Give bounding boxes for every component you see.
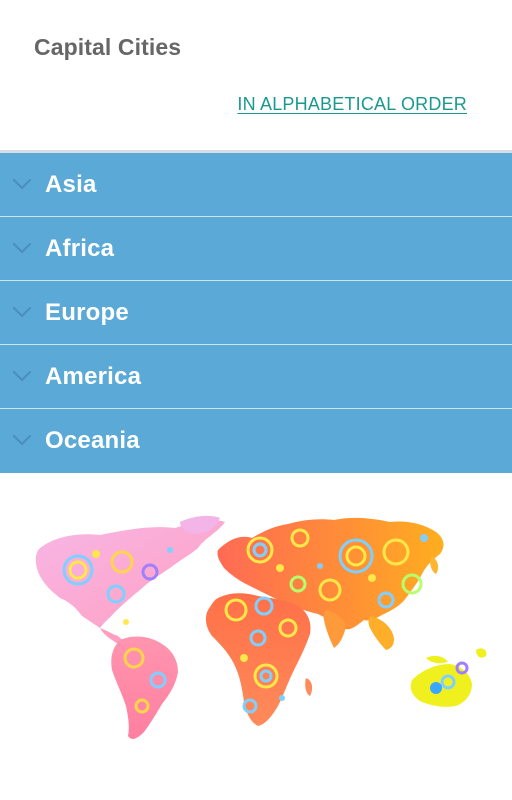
- app-screen: Capital Cities IN ALPHABETICAL ORDER Asi…: [0, 0, 512, 800]
- header: Capital Cities IN ALPHABETICAL ORDER: [0, 0, 512, 153]
- chevron-down-icon: [12, 242, 32, 254]
- region-item-america[interactable]: America: [0, 345, 512, 409]
- madagascar-shape: [305, 678, 313, 696]
- japan-shape: [430, 556, 439, 574]
- region-list: Asia Africa Europe America Oceania: [0, 153, 512, 473]
- region-label: Asia: [45, 170, 97, 198]
- chevron-down-icon: [12, 434, 32, 446]
- region-label: America: [45, 362, 142, 390]
- region-item-oceania[interactable]: Oceania: [0, 409, 512, 473]
- region-item-europe[interactable]: Europe: [0, 281, 512, 345]
- south-america-shape: [111, 636, 178, 739]
- region-item-asia[interactable]: Asia: [0, 153, 512, 217]
- region-item-africa[interactable]: Africa: [0, 217, 512, 281]
- page-title: Capital Cities: [34, 34, 182, 60]
- alphabetical-order-link[interactable]: IN ALPHABETICAL ORDER: [237, 94, 467, 115]
- chevron-down-icon: [12, 306, 32, 318]
- world-map-graphic: [35, 515, 487, 739]
- region-label: Africa: [45, 234, 115, 262]
- chevron-down-icon: [12, 178, 32, 190]
- southeast-asia-shape: [368, 616, 394, 650]
- region-label: Europe: [45, 298, 129, 326]
- new-guinea-shape: [426, 655, 448, 664]
- region-label: Oceania: [45, 427, 140, 454]
- new-zealand-shape: [476, 648, 487, 658]
- chevron-down-icon: [12, 370, 32, 382]
- world-map-illustration: [30, 510, 490, 750]
